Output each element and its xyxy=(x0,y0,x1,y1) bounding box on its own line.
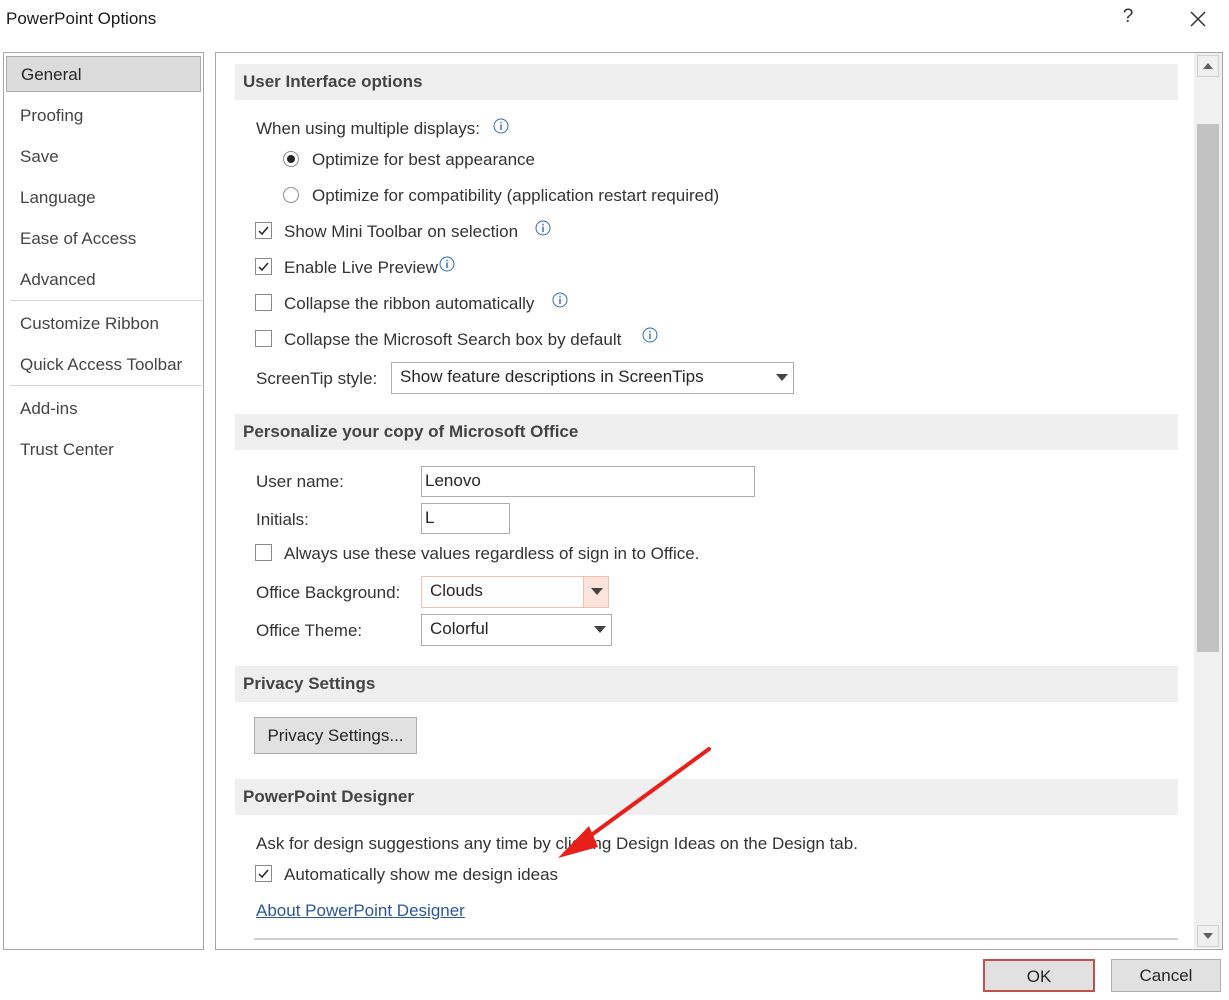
chevron-up-icon xyxy=(1203,63,1213,69)
sidebar-item-customize-ribbon[interactable]: Customize Ribbon xyxy=(6,306,201,342)
ok-button[interactable]: OK xyxy=(983,959,1095,992)
chevron-down-icon xyxy=(594,626,606,633)
dropdown-arrow xyxy=(583,577,608,607)
options-content-panel: User Interface options When using multip… xyxy=(215,52,1223,950)
screentip-style-select[interactable]: Show feature descriptions in ScreenTips xyxy=(391,362,794,394)
checkmark-icon xyxy=(258,226,269,236)
optimize-compatibility-label[interactable]: Optimize for compatibility (application … xyxy=(312,186,719,206)
scrollbar-thumb[interactable] xyxy=(1197,124,1219,652)
sidebar-item-ease-of-access[interactable]: Ease of Access xyxy=(6,221,201,257)
cancel-button[interactable]: Cancel xyxy=(1111,959,1221,992)
section-heading-personalize: Personalize your copy of Microsoft Offic… xyxy=(235,414,1178,450)
sidebar-item-advanced[interactable]: Advanced xyxy=(6,262,201,298)
mini-toolbar-label[interactable]: Show Mini Toolbar on selection xyxy=(284,222,518,242)
screentip-style-value: Show feature descriptions in ScreenTips xyxy=(400,367,704,386)
close-icon xyxy=(1190,11,1206,27)
section-heading-ui-options: User Interface options xyxy=(235,64,1178,100)
sidebar-item-add-ins[interactable]: Add-ins xyxy=(6,391,201,427)
collapse-ribbon-checkbox[interactable] xyxy=(255,294,272,311)
live-preview-label[interactable]: Enable Live Preview xyxy=(284,258,438,278)
sidebar-divider xyxy=(10,300,202,301)
privacy-settings-button[interactable]: Privacy Settings... xyxy=(254,717,417,754)
section-divider xyxy=(254,938,1178,940)
multiple-displays-label: When using multiple displays: xyxy=(256,119,480,138)
chevron-down-icon xyxy=(591,588,603,595)
info-icon xyxy=(439,256,455,272)
info-icon xyxy=(552,292,568,308)
section-heading-designer: PowerPoint Designer xyxy=(235,779,1178,815)
office-background-value: Clouds xyxy=(430,581,483,600)
scroll-up-button[interactable] xyxy=(1197,55,1219,77)
screentip-style-label: ScreenTip style: xyxy=(256,369,378,388)
sidebar-item-trust-center[interactable]: Trust Center xyxy=(6,432,201,468)
auto-design-ideas-label[interactable]: Automatically show me design ideas xyxy=(284,865,558,885)
sidebar-item-proofing[interactable]: Proofing xyxy=(6,98,201,134)
sidebar-nav: General Proofing Save Language Ease of A… xyxy=(3,52,204,950)
live-preview-checkbox[interactable] xyxy=(255,258,272,275)
window-title: PowerPoint Options xyxy=(6,9,157,28)
initials-input[interactable]: L xyxy=(421,503,510,534)
always-use-values-label[interactable]: Always use these values regardless of si… xyxy=(284,544,699,564)
auto-design-ideas-checkbox[interactable] xyxy=(255,865,272,882)
sidebar-item-language[interactable]: Language xyxy=(6,180,201,216)
scroll-down-button[interactable] xyxy=(1197,925,1219,947)
collapse-search-label[interactable]: Collapse the Microsoft Search box by def… xyxy=(284,330,621,350)
office-theme-label: Office Theme: xyxy=(256,621,363,640)
always-use-values-checkbox[interactable] xyxy=(255,544,272,561)
close-button[interactable] xyxy=(1184,4,1212,34)
info-icon xyxy=(642,327,658,343)
sidebar-item-general[interactable]: General xyxy=(6,56,201,92)
info-icon xyxy=(535,220,551,236)
username-label: User name: xyxy=(256,472,344,491)
optimize-best-appearance-label[interactable]: Optimize for best appearance xyxy=(312,150,535,170)
dropdown-arrow xyxy=(769,363,793,393)
section-heading-privacy: Privacy Settings xyxy=(235,666,1178,702)
optimize-compatibility-radio[interactable] xyxy=(283,187,299,203)
radio-selected-dot xyxy=(287,155,295,163)
designer-description: Ask for design suggestions any time by c… xyxy=(256,834,858,853)
office-theme-value: Colorful xyxy=(430,619,489,638)
username-input[interactable]: Lenovo xyxy=(421,466,755,497)
collapse-ribbon-label[interactable]: Collapse the ribbon automatically xyxy=(284,294,534,314)
mini-toolbar-checkbox[interactable] xyxy=(255,222,272,239)
sidebar-item-save[interactable]: Save xyxy=(6,139,201,175)
info-icon xyxy=(493,118,509,134)
office-background-label: Office Background: xyxy=(256,583,401,602)
optimize-best-appearance-radio[interactable] xyxy=(283,151,299,167)
checkmark-icon xyxy=(258,869,269,879)
sidebar-divider xyxy=(10,385,202,386)
about-designer-link[interactable]: About PowerPoint Designer xyxy=(256,901,465,921)
checkmark-icon xyxy=(258,262,269,272)
chevron-down-icon xyxy=(776,374,788,381)
help-button[interactable]: ? xyxy=(1117,6,1139,32)
sidebar-item-quick-access-toolbar[interactable]: Quick Access Toolbar xyxy=(6,347,201,383)
chevron-down-icon xyxy=(1203,933,1213,939)
collapse-search-checkbox[interactable] xyxy=(255,330,272,347)
initials-label: Initials: xyxy=(256,510,309,529)
dropdown-arrow xyxy=(587,615,611,645)
office-theme-select[interactable]: Colorful xyxy=(421,614,612,646)
office-background-select[interactable]: Clouds xyxy=(421,576,609,608)
